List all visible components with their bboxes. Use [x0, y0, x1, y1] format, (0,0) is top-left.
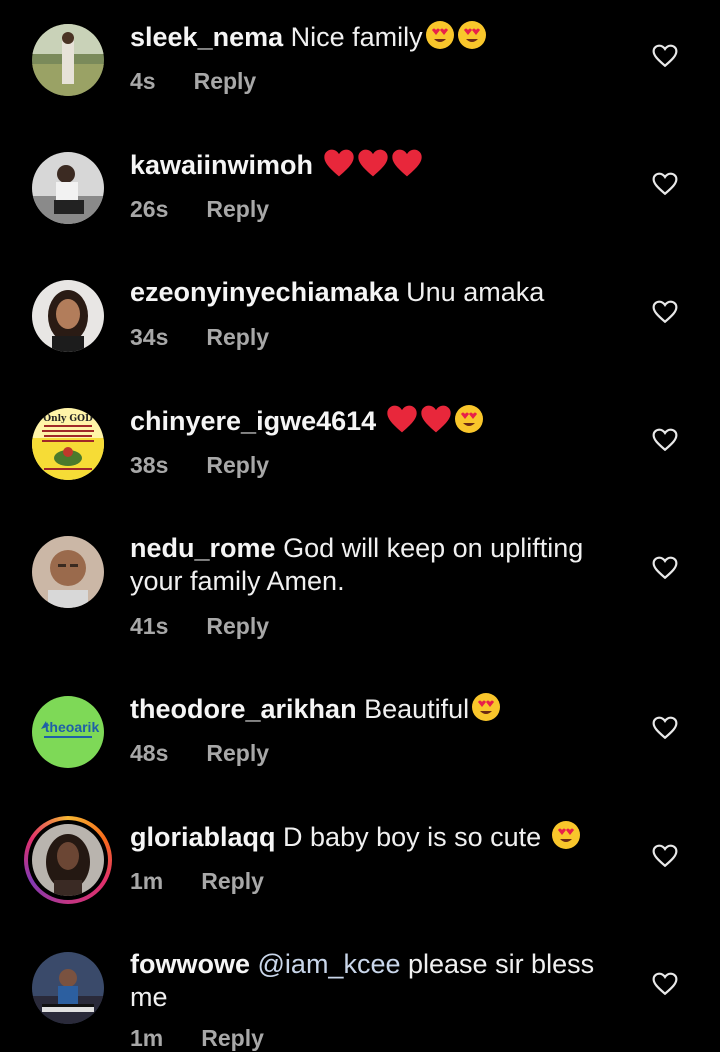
avatar[interactable] [32, 24, 104, 96]
like-heart-icon[interactable] [652, 300, 678, 324]
like-heart-icon[interactable] [652, 972, 678, 996]
reply-button[interactable]: Reply [206, 324, 269, 351]
avatar[interactable] [32, 152, 104, 224]
like-heart-icon[interactable] [652, 556, 678, 580]
red-heart-emoji [323, 148, 355, 186]
avatar-badge-text: Only GOD [43, 414, 93, 424]
comment-text: D baby boy is so cute [283, 822, 542, 852]
red-heart-emoji [420, 404, 452, 442]
comment-text-line2: your family Amen. [130, 566, 345, 596]
avatar-story-ring[interactable] [24, 816, 112, 904]
reply-button[interactable]: Reply [194, 68, 257, 95]
comment-username[interactable]: sleek_nema [130, 22, 283, 52]
comment-text: God will keep on uplifting [283, 533, 584, 563]
comment-time: 41s [130, 613, 169, 639]
reply-button[interactable]: Reply [206, 613, 269, 640]
heart-eyes-emoji [471, 692, 501, 730]
heart-eyes-emoji [425, 20, 455, 58]
comment-time: 26s [130, 196, 169, 222]
comment-text: Beautiful [364, 694, 470, 724]
comment-username[interactable]: chinyere_igwe4614 [130, 406, 376, 436]
avatar[interactable] [32, 280, 104, 352]
avatar[interactable] [32, 952, 104, 1024]
comment-username[interactable]: nedu_rome [130, 533, 276, 563]
comment-time: 1m [130, 868, 164, 894]
avatar[interactable] [32, 536, 104, 608]
avatar[interactable]: Only GOD [32, 408, 104, 480]
heart-eyes-emoji [457, 20, 487, 58]
avatar [32, 824, 104, 896]
comment-text-line2: me [130, 982, 168, 1012]
like-heart-icon[interactable] [652, 44, 678, 68]
comment-text: Nice family [290, 22, 423, 52]
comment-username[interactable]: kawaiinwimoh [130, 150, 313, 180]
comment-time: 4s [130, 68, 156, 94]
avatar-ring-inner [28, 820, 108, 900]
reply-button[interactable]: Reply [206, 196, 269, 223]
like-heart-icon[interactable] [652, 172, 678, 196]
comment-text: please sir bless [408, 949, 595, 979]
comment-text: Unu amaka [406, 277, 545, 307]
reply-button[interactable]: Reply [201, 1025, 264, 1052]
avatar[interactable]: theoarik [32, 696, 104, 768]
red-heart-emoji [386, 404, 418, 442]
comment-time: 48s [130, 740, 169, 766]
like-heart-icon[interactable] [652, 428, 678, 452]
like-heart-icon[interactable] [652, 844, 678, 868]
reply-button[interactable]: Reply [206, 452, 269, 479]
reply-button[interactable]: Reply [206, 740, 269, 767]
red-heart-emoji [357, 148, 389, 186]
reply-button[interactable]: Reply [201, 868, 264, 895]
comment-username[interactable]: ezeonyinyechiamaka [130, 277, 399, 307]
comment-time: 1m [130, 1025, 164, 1051]
like-heart-icon[interactable] [652, 716, 678, 740]
comment-mention-link[interactable]: @iam_kcee [258, 949, 401, 979]
comment-username[interactable]: fowwowe [130, 949, 250, 979]
comment-username[interactable]: theodore_arikhan [130, 694, 357, 724]
avatar-logo-text: theoarik [45, 719, 100, 735]
comment-time: 34s [130, 324, 169, 350]
red-heart-emoji [391, 148, 423, 186]
heart-eyes-emoji [551, 820, 581, 858]
heart-eyes-emoji [454, 404, 484, 442]
comment-time: 38s [130, 452, 169, 478]
comment-username[interactable]: gloriablaqq [130, 822, 276, 852]
